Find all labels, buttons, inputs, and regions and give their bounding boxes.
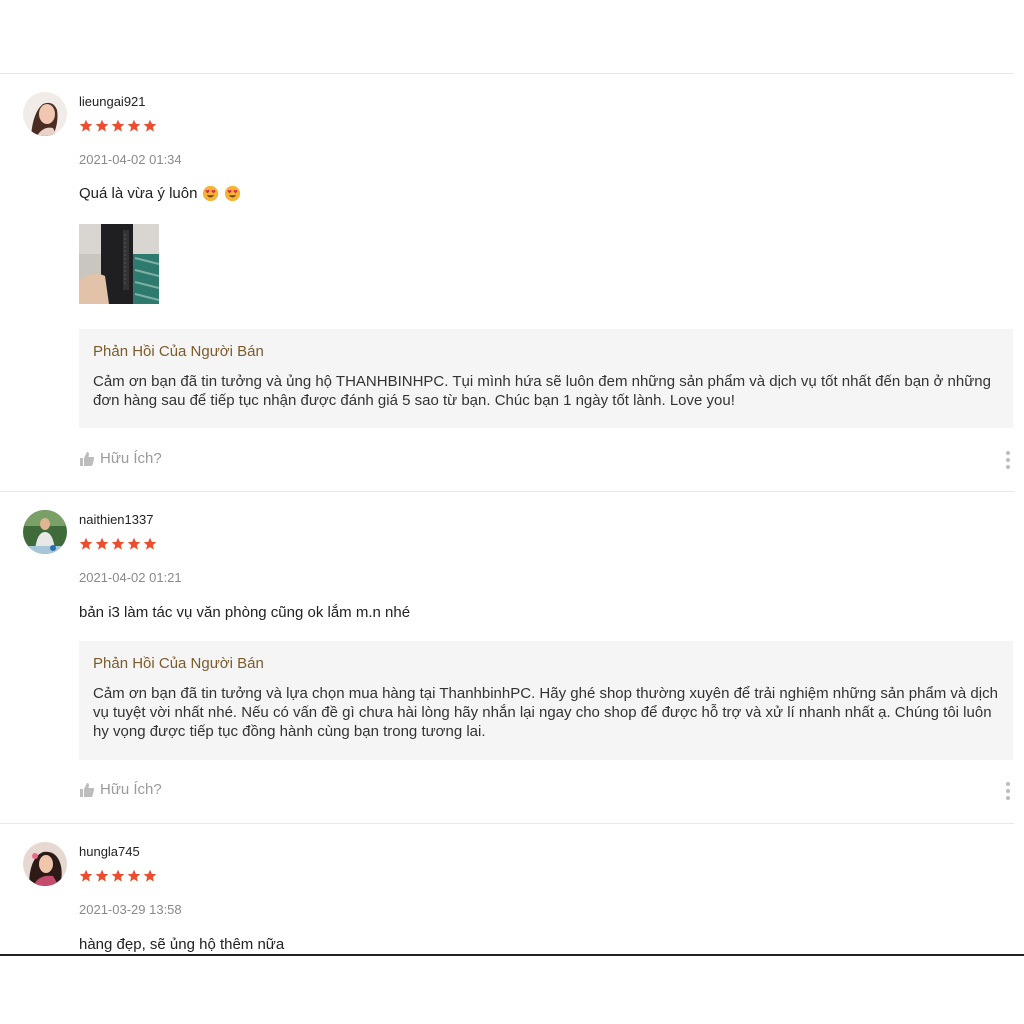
review-comment: Quá là vừa ý luôn [79, 185, 241, 202]
star-icon [111, 537, 125, 550]
star-icon [127, 119, 141, 132]
review-comment-text: hàng đẹp, sẽ ủng hộ thêm nữa [79, 936, 285, 953]
review-photo[interactable] [79, 224, 159, 304]
reviewer-username[interactable]: naithien1337 [79, 512, 153, 527]
review-date: 2021-03-29 13:58 [79, 902, 182, 917]
more-vertical-icon[interactable] [1006, 782, 1012, 803]
star-icon [95, 869, 109, 882]
star-icon [143, 119, 157, 132]
review-divider [0, 823, 1014, 824]
avatar[interactable] [23, 510, 67, 554]
reviewer-username[interactable]: hungla745 [79, 844, 140, 859]
rating-stars [79, 869, 157, 883]
review-date: 2021-04-02 01:21 [79, 570, 182, 585]
review-comment-text: bản i3 làm tác vụ văn phòng cũng ok lắm … [79, 604, 411, 621]
star-icon [79, 119, 93, 132]
heart-eyes-emoji-icon [225, 185, 241, 202]
helpful-label: Hữu Ích? [100, 450, 162, 467]
thumbs-up-icon [80, 451, 95, 466]
helpful-label: Hữu Ích? [100, 781, 162, 798]
review-comment: hàng đẹp, sẽ ủng hộ thêm nữa [79, 936, 284, 953]
review-comment-text: Quá là vừa ý luôn [79, 185, 198, 202]
star-icon [143, 869, 157, 882]
rating-stars [79, 537, 157, 551]
star-icon [111, 119, 125, 132]
star-icon [143, 537, 157, 550]
bottom-border [0, 954, 1024, 956]
star-icon [95, 537, 109, 550]
seller-reply: Phản Hồi Của Người Bán Cảm ơn bạn đã tin… [79, 329, 1013, 428]
star-icon [127, 869, 141, 882]
star-icon [79, 869, 93, 882]
rating-stars [79, 119, 157, 133]
seller-reply-text: Cảm ơn bạn đã tin tưởng và lựa chọn mua … [93, 685, 998, 740]
reviewer-username[interactable]: lieungai921 [79, 94, 146, 109]
helpful-button[interactable]: Hữu Ích? [79, 781, 162, 798]
thumbs-up-icon [80, 782, 95, 797]
star-icon [127, 537, 141, 550]
heart-eyes-emoji-icon [203, 185, 219, 202]
helpful-button[interactable]: Hữu Ích? [79, 450, 162, 467]
star-icon [79, 537, 93, 550]
star-icon [95, 119, 109, 132]
seller-reply-title: Phản Hồi Của Người Bán [93, 655, 264, 672]
more-vertical-icon[interactable] [1006, 451, 1012, 472]
avatar[interactable] [23, 92, 67, 136]
review-divider [0, 491, 1014, 492]
review-comment: bản i3 làm tác vụ văn phòng cũng ok lắm … [79, 604, 410, 621]
avatar[interactable] [23, 842, 67, 886]
review-date: 2021-04-02 01:34 [79, 152, 182, 167]
star-icon [111, 869, 125, 882]
seller-reply: Phản Hồi Của Người Bán Cảm ơn bạn đã tin… [79, 641, 1013, 760]
top-divider [0, 73, 1014, 74]
seller-reply-title: Phản Hồi Của Người Bán [93, 343, 264, 360]
seller-reply-text: Cảm ơn bạn đã tin tưởng và ủng hộ THANHB… [93, 373, 991, 409]
